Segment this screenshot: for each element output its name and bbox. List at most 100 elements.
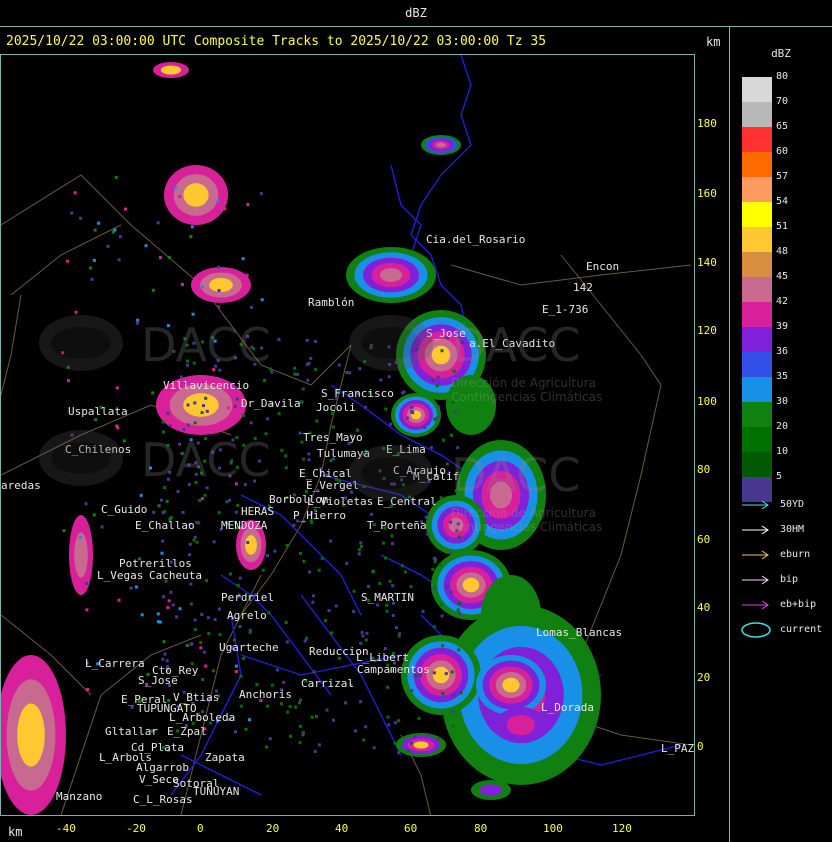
weak-echo-33	[301, 387, 305, 391]
sparse-echo-75	[157, 504, 161, 508]
place-label-33: Perdriel	[221, 591, 274, 604]
color-scale	[742, 77, 772, 502]
weak-echo-95	[384, 556, 387, 560]
weak-echo-80	[199, 641, 203, 644]
weak-echo-398	[195, 520, 199, 524]
weak-echo-348	[400, 564, 404, 568]
weak-echo-159	[330, 631, 334, 635]
weak-echo-9	[217, 511, 221, 515]
place-label-36: Lomas_Blancas	[536, 626, 622, 639]
weak-echo-360	[217, 607, 221, 611]
weak-echo-389	[241, 414, 245, 417]
sparse-echo-79	[174, 186, 178, 190]
legend-item-eb+bip: eb+bip	[740, 592, 822, 617]
legend-item-current: current	[740, 617, 822, 642]
scale-label-10: 10	[776, 446, 789, 457]
x-tick-60: 60	[404, 822, 418, 835]
legend-label: 50YD	[780, 499, 805, 510]
x-tick-20: 20	[266, 822, 280, 835]
track-arrow-icon	[742, 550, 769, 559]
weak-echo-300	[432, 671, 436, 675]
place-label-59: Manzano	[56, 790, 102, 803]
place-label-2: 142	[573, 281, 593, 294]
sparse-echo-17	[115, 386, 119, 390]
x-tick-0: 0	[197, 822, 204, 835]
sparse-echo-85	[152, 510, 156, 514]
reflectivity-cell-13-1	[479, 784, 503, 796]
scale-swatch-36	[742, 352, 772, 377]
scale-swatch-48	[742, 252, 772, 277]
weak-echo-292	[266, 704, 269, 708]
weak-echo-259	[357, 552, 361, 556]
legend-label: 30HM	[780, 524, 805, 535]
sparse-echo-45	[162, 640, 166, 644]
weak-echo-202	[201, 678, 205, 681]
place-label-55: Zapata	[205, 751, 245, 764]
weak-echo-352	[384, 407, 388, 411]
weak-echo-287	[289, 734, 293, 738]
scale-swatch-60	[742, 152, 772, 177]
weak-echo-126	[299, 552, 302, 555]
watermark-text-3: DACC	[141, 433, 271, 487]
weak-echo-233	[212, 540, 216, 544]
weak-echo-118	[365, 632, 369, 635]
sparse-echo-111	[241, 257, 245, 261]
scale-swatch-70	[742, 102, 772, 127]
weak-echo-309	[417, 716, 421, 720]
weak-echo-418	[206, 616, 210, 620]
scale-swatch-80	[742, 77, 772, 102]
weak-echo-219	[440, 602, 444, 606]
weak-echo-236	[453, 409, 457, 413]
weak-echo-170	[389, 422, 393, 426]
weak-echo-184	[413, 735, 417, 739]
place-label-63: Sotoral	[173, 777, 219, 790]
scale-label-80: 80	[776, 71, 789, 82]
sparse-echo-119	[201, 285, 204, 289]
sparse-echo-61	[140, 613, 144, 617]
scale-swatch-39	[742, 327, 772, 352]
place-label-25: HERAS	[241, 505, 274, 518]
radar-map[interactable]: Cia.del_Rosario Encon 142 E_1-736 Ramblón S_J…	[0, 54, 695, 816]
y-tick-180: 180	[697, 117, 717, 130]
reflectivity-cell-20-2	[245, 535, 257, 555]
place-label-1: Encon	[586, 260, 619, 273]
weak-echo-354	[171, 603, 175, 607]
weak-echo-411	[311, 594, 315, 598]
legend-label: eburn	[780, 549, 811, 560]
weak-echo-108	[161, 539, 164, 543]
weak-echo-341	[440, 614, 444, 618]
place-label-51: Gltallar	[105, 725, 158, 738]
reflectivity-cell-16-2	[209, 277, 233, 293]
weak-echo-382	[405, 416, 409, 420]
weak-echo-249	[457, 535, 461, 539]
weak-echo-56	[298, 741, 302, 745]
weak-echo-385	[411, 411, 415, 415]
map-title: 2025/10/22 03:00:00 UTC Composite Tracks…	[6, 34, 547, 49]
weak-echo-142	[432, 625, 436, 629]
weak-echo-35	[207, 632, 211, 635]
weak-echo-69	[277, 412, 281, 416]
reflectivity-cell-1-4	[379, 268, 403, 282]
scale-label-70: 70	[776, 96, 789, 107]
weak-echo-260	[354, 729, 357, 733]
sparse-echo-20	[92, 258, 96, 262]
weak-echo-339	[360, 544, 363, 548]
scale-label-35: 35	[776, 371, 789, 382]
sparse-echo-103	[185, 644, 189, 647]
top-bar: dBZ	[0, 0, 832, 27]
sparse-echo-117	[130, 706, 134, 709]
weak-echo-358	[438, 563, 442, 567]
scale-swatch-35	[742, 377, 772, 402]
weak-echo-393	[361, 634, 365, 638]
weak-echo-231	[282, 680, 286, 684]
legend-panel: dBZ 80 70 65 60 57 54 51 48 45 42 39 36 35 30 20 10 5 50…	[729, 27, 832, 842]
weak-echo-269	[288, 705, 292, 708]
current-ellipse-icon	[741, 621, 771, 638]
weak-echo-174	[367, 584, 370, 588]
scale-label-48: 48	[776, 246, 789, 257]
color-scale-labels: 80 70 65 60 57 54 51 48 45 42 39 36 35 30 20 10 5	[776, 71, 788, 496]
weak-echo-384	[451, 693, 455, 697]
weak-echo-46	[163, 652, 167, 656]
weak-echo-408	[285, 640, 289, 644]
weak-echo-263	[238, 625, 242, 628]
